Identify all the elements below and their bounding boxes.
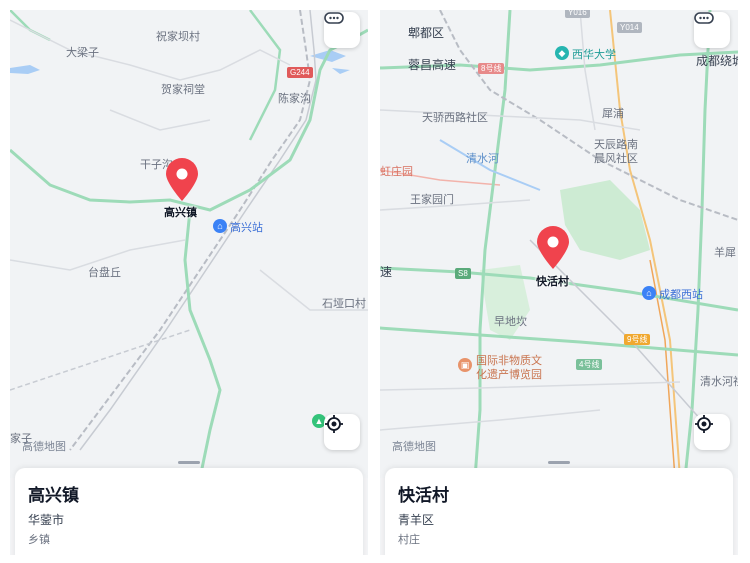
place-label: 犀浦	[602, 108, 624, 120]
pin-label: 高兴镇	[164, 207, 197, 219]
sheet-handle[interactable]	[178, 461, 200, 464]
more-dots-icon	[694, 12, 714, 24]
map-canvas[interactable]: 大梁子 祝家坝村 贺家祠堂 陈家沟 干子沟 台盘丘 石垭口村 家子 G244 ⌂…	[10, 10, 368, 478]
locate-button[interactable]	[324, 414, 360, 450]
place-card[interactable]: 高兴镇 华蓥市 乡镇	[15, 468, 363, 555]
map-panel-left: 大梁子 祝家坝村 贺家祠堂 陈家沟 干子沟 台盘丘 石垭口村 家子 G244 ⌂…	[10, 10, 368, 555]
map-panel-right: 郫都区 蓉昌高速 天骄西路社区 犀浦 天辰路南 晨风社区 清水河 虹庄园 王家园…	[380, 10, 738, 555]
road-badge: G244	[287, 67, 313, 78]
road-label: 速	[380, 265, 393, 279]
place-type: 乡镇	[28, 534, 50, 546]
station-icon: ⌂	[642, 286, 656, 300]
place-label: 陈家沟	[278, 93, 311, 105]
map-canvas[interactable]: 郫都区 蓉昌高速 天骄西路社区 犀浦 天辰路南 晨风社区 清水河 虹庄园 王家园…	[380, 10, 738, 478]
place-label: 王家园门	[410, 194, 454, 206]
poi-station[interactable]: 成都西站	[659, 286, 703, 302]
map-pin-icon[interactable]	[535, 225, 571, 271]
place-label: 清水河社	[700, 376, 738, 388]
university-icon: ◆	[555, 46, 569, 60]
map-logo: 高德地图	[392, 441, 436, 453]
menu-button[interactable]	[694, 12, 730, 48]
place-label: 台盘丘	[88, 267, 121, 279]
road-badge: Y014	[617, 22, 642, 33]
more-dots-icon	[324, 12, 344, 24]
poi-museum-line2[interactable]: 化遗产博览园	[476, 366, 542, 382]
place-card[interactable]: 快活村 青羊区 村庄	[385, 468, 733, 555]
metro-badge: 9号线	[624, 334, 651, 345]
map-logo: 高德地图	[22, 441, 66, 453]
place-region: 青羊区	[398, 513, 435, 527]
place-type: 村庄	[398, 534, 420, 546]
place-label: 羊犀	[714, 247, 736, 259]
place-label: 天骄西路社区	[422, 112, 488, 124]
metro-badge: 8号线	[478, 63, 505, 74]
road-badge: Y016	[565, 10, 590, 18]
place-label: 早地坎	[494, 316, 527, 328]
pin-label: 快活村	[536, 276, 569, 288]
place-label: 贺家祠堂	[161, 84, 205, 96]
locate-crosshair-icon	[695, 415, 713, 433]
station-icon: ⌂	[213, 219, 227, 233]
museum-icon: ▣	[458, 358, 472, 372]
map-pin-icon[interactable]	[164, 157, 200, 203]
poi-university[interactable]: 西华大学	[572, 46, 616, 62]
sheet-handle[interactable]	[548, 461, 570, 464]
locate-button[interactable]	[694, 414, 730, 450]
locate-crosshair-icon	[325, 415, 343, 433]
place-title: 快活村	[398, 486, 449, 505]
place-title: 高兴镇	[28, 486, 79, 505]
metro-badge: 4号线	[576, 359, 603, 370]
poi-station[interactable]: 高兴站	[230, 219, 263, 235]
place-region: 华蓥市	[28, 513, 65, 527]
place-label: 石垭口村	[322, 298, 366, 310]
road-label: 蓉昌高速	[408, 58, 457, 72]
place-label: 祝家坝村	[156, 31, 200, 43]
road-label: 成都绕城	[696, 54, 738, 68]
district-label: 郫都区	[408, 26, 445, 40]
river-label: 清水河	[466, 153, 499, 165]
place-label: 大梁子	[66, 47, 99, 59]
menu-button[interactable]	[324, 12, 360, 48]
place-label: 晨风社区	[594, 153, 638, 165]
place-label: 虹庄园	[380, 166, 413, 178]
road-badge: S8	[455, 268, 471, 279]
